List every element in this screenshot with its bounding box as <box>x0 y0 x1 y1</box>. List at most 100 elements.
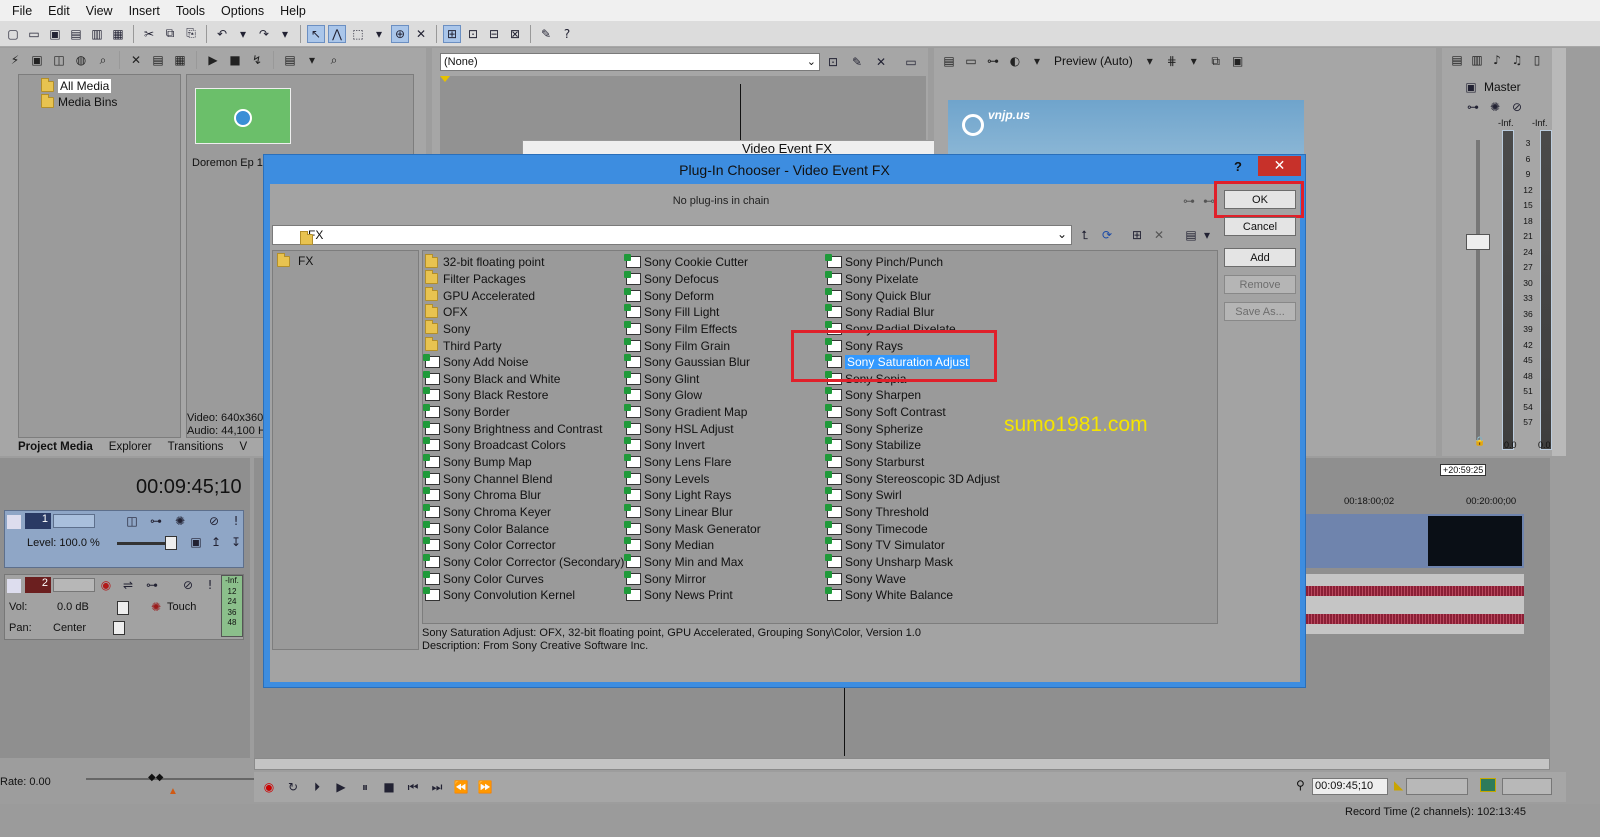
save-as-button[interactable]: Save As... <box>1224 302 1296 321</box>
mixer-scrollbar[interactable] <box>1552 48 1566 456</box>
plugin-item[interactable]: Sony Stereoscopic 3D Adjust <box>825 470 1000 487</box>
quality-dropdown-icon[interactable]: ▾ <box>1141 52 1159 70</box>
plugin-folder-item[interactable]: 32-bit floating point <box>425 253 544 271</box>
zoom-icon[interactable]: ⌕ <box>325 51 343 69</box>
plugin-item[interactable]: Sony News Print <box>624 587 733 604</box>
play-from-start-icon[interactable]: ⏵ <box>308 778 326 796</box>
menu-item-insert[interactable]: Insert <box>121 4 168 18</box>
audio-event[interactable] <box>1306 574 1524 634</box>
master-lock-icon[interactable]: 🔒 <box>1474 436 1485 447</box>
plugin-item[interactable]: Sony White Balance <box>825 587 953 604</box>
plugin-folder-item[interactable]: GPU Accelerated <box>425 287 535 304</box>
tool-dropdown-icon[interactable]: ▾ <box>370 25 388 43</box>
views-dropdown-icon[interactable]: ▾ <box>303 51 321 69</box>
close-icon[interactable]: ✕ <box>1258 156 1301 176</box>
track-level-handle[interactable] <box>165 536 177 550</box>
whats-this-icon[interactable]: ? <box>558 25 576 43</box>
auto-ripple-icon[interactable]: ⊞ <box>443 24 461 43</box>
paste-icon[interactable]: ⎘ <box>182 25 200 43</box>
plugin-item[interactable]: Sony Film Effects <box>624 320 737 338</box>
plugin-item[interactable]: Sony Linear Blur <box>624 504 733 521</box>
previous-frame-icon[interactable]: ⏪ <box>452 778 470 796</box>
web-icon[interactable]: ◍ <box>72 51 90 69</box>
trimmer-clear-icon[interactable]: ✕ <box>872 53 890 71</box>
loop-icon[interactable]: ↻ <box>284 778 302 796</box>
play-icon[interactable]: ▶ <box>332 778 350 796</box>
event-pan-crop-icon[interactable]: ⊠ <box>506 25 524 43</box>
copy-icon[interactable]: ⧉ <box>161 25 179 43</box>
plugin-item[interactable]: Sony Median <box>624 537 714 554</box>
master-fader-handle[interactable] <box>1466 234 1490 250</box>
video-fx-icon[interactable]: ⊶ <box>984 52 1002 70</box>
plugin-item[interactable]: Sony Add Noise <box>423 354 528 371</box>
plugin-item[interactable]: Sony Film Grain <box>624 337 730 354</box>
get-media-icon[interactable]: ◫ <box>50 51 68 69</box>
trimmer-edit-icon[interactable]: ✎ <box>848 53 866 71</box>
delete-folder-icon[interactable]: ✕ <box>1150 226 1168 244</box>
delete-icon[interactable]: ✕ <box>127 51 145 69</box>
track-name-field[interactable] <box>53 578 95 592</box>
menu-item-file[interactable]: File <box>4 4 40 18</box>
plugin-item[interactable]: Sony Threshold <box>825 504 929 521</box>
undo-dropdown-icon[interactable]: ▾ <box>234 25 252 43</box>
track-solo-icon[interactable]: ! <box>201 576 219 594</box>
track-mute-icon[interactable]: ⊘ <box>179 576 197 594</box>
plugin-item[interactable]: Sony Quick Blur <box>825 287 931 304</box>
tab-project-media[interactable]: Project Media <box>10 439 101 455</box>
tab-transitions[interactable]: Transitions <box>160 439 232 455</box>
plugin-item[interactable]: Sony Sharpen <box>825 387 921 404</box>
plugin-item[interactable]: Sony Deform <box>624 287 714 304</box>
preview-quality-dropdown-icon[interactable]: ▾ <box>1028 52 1046 70</box>
plugin-item[interactable]: Sony Unsharp Mask <box>825 553 953 571</box>
track-fx-icon[interactable]: ⊶ <box>143 576 161 594</box>
plugin-item[interactable]: Sony Cookie Cutter <box>624 254 748 271</box>
insert-bus-icon[interactable]: ▥ <box>1468 51 1486 69</box>
copy-snapshot-icon[interactable]: ⧉ <box>1207 52 1225 70</box>
cut-icon[interactable]: ✂ <box>140 25 158 43</box>
plugin-item[interactable]: Sony Gaussian Blur <box>624 354 750 371</box>
menu-item-tools[interactable]: Tools <box>168 4 213 18</box>
redo-icon[interactable]: ↷ <box>255 25 273 43</box>
plugin-item[interactable]: Sony Glow <box>624 387 702 404</box>
plugin-item[interactable]: Sony Radial Blur <box>825 304 934 321</box>
track-pan-handle[interactable] <box>113 621 125 635</box>
plugin-item[interactable]: Sony Broadcast Colors <box>423 437 566 454</box>
plugin-item[interactable]: Sony Mask Generator <box>624 520 761 537</box>
rate-slider[interactable] <box>86 778 256 780</box>
refresh-icon[interactable]: ⟳ <box>1098 226 1116 244</box>
auto-crossfade-icon[interactable]: ✕ <box>412 25 430 43</box>
next-frame-icon[interactable]: ⏩ <box>476 778 494 796</box>
make-child-icon[interactable]: ↧ <box>227 533 245 551</box>
redo-dropdown-icon[interactable]: ▾ <box>276 25 294 43</box>
track-name-field[interactable] <box>53 514 95 528</box>
plugin-item[interactable]: Sony Black and White <box>423 370 560 388</box>
master-mute-icon[interactable]: ⊘ <box>1508 98 1526 116</box>
save-as-icon[interactable]: ▤ <box>67 25 85 43</box>
plugin-item[interactable]: Sony Spherize <box>825 420 923 438</box>
plugin-item[interactable]: Sony Min and Max <box>624 553 743 571</box>
rate-handle-icon[interactable]: ◆◆ <box>148 772 163 783</box>
plugin-path-field[interactable]: FX ⌄ <box>272 225 1072 245</box>
media-fx-icon[interactable]: ▦ <box>171 51 189 69</box>
go-to-start-icon[interactable]: ⏮ <box>404 778 422 796</box>
plugin-item[interactable]: Sony Brightness and Contrast <box>423 420 602 438</box>
render-icon[interactable]: ▥ <box>88 25 106 43</box>
brush-icon[interactable]: ✎ <box>537 25 555 43</box>
transport-length-field[interactable] <box>1502 778 1552 795</box>
track-settings-icon[interactable]: ✺ <box>171 512 189 530</box>
track-solo-icon[interactable]: ! <box>227 512 245 530</box>
track-minimize-icon[interactable] <box>7 579 21 593</box>
mixer-fx-icon[interactable]: ♪ <box>1488 51 1506 69</box>
timeline-hscrollbar[interactable] <box>254 758 1550 770</box>
video-event[interactable] <box>1306 514 1524 568</box>
plugin-item[interactable]: Sony Pixelate <box>825 270 918 288</box>
plugin-item[interactable]: Sony Invert <box>624 437 705 454</box>
play-preview-icon[interactable]: ▶ <box>204 51 222 69</box>
normal-edit-tool-icon[interactable]: ↖ <box>307 24 325 43</box>
plugin-item[interactable]: Sony Defocus <box>624 270 719 288</box>
menu-item-options[interactable]: Options <box>213 4 272 18</box>
plugin-item[interactable]: Sony TV Simulator <box>825 537 945 554</box>
plugin-folder-item[interactable]: Third Party <box>425 337 502 354</box>
cancel-button[interactable]: Cancel <box>1224 217 1296 236</box>
add-button[interactable]: Add <box>1224 248 1296 267</box>
